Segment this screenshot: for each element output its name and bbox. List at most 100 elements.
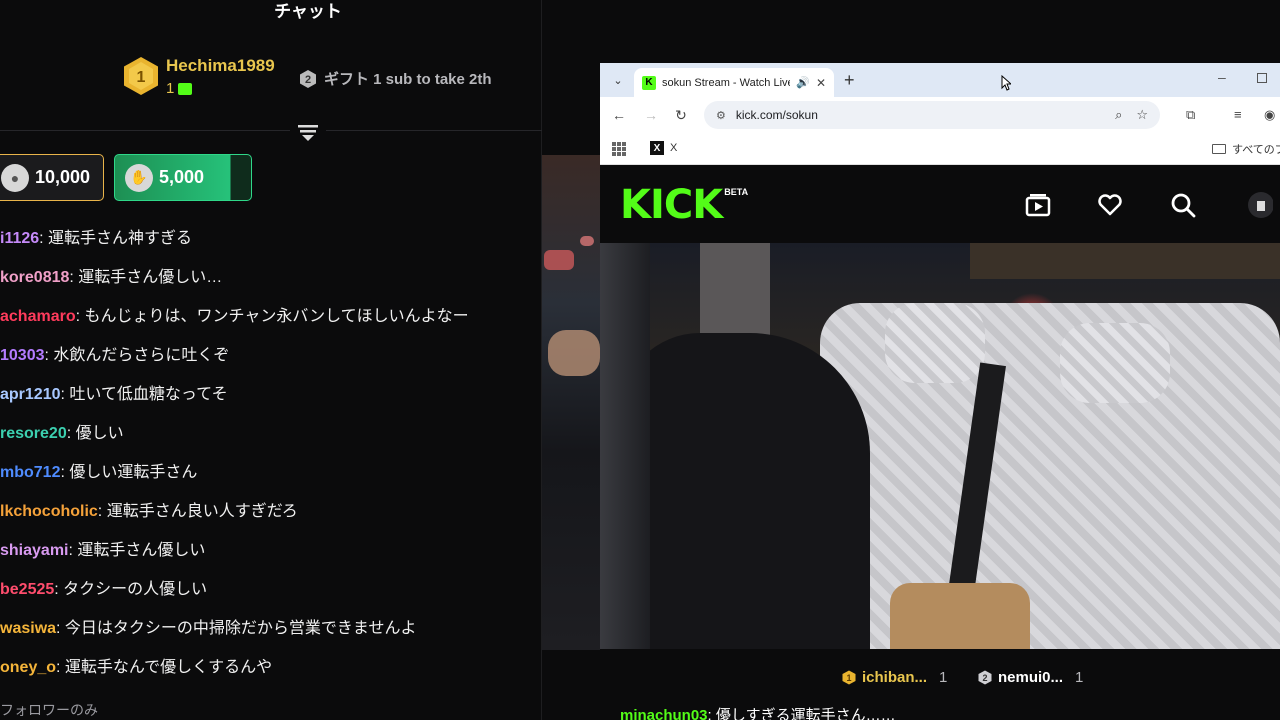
- collapse-icon[interactable]: [296, 122, 320, 142]
- background-figure: [548, 330, 600, 376]
- chat-username[interactable]: lkchocoholic: [0, 503, 98, 520]
- chat-username[interactable]: mbo712: [0, 464, 60, 481]
- gifter-count: 1: [939, 669, 948, 686]
- gift-banner: 2 ギフト 1 sub to take 2th: [298, 68, 492, 89]
- chat-message: be2525: タクシーの人優しい: [0, 577, 540, 616]
- top-gifter-2[interactable]: 2 nemui0... 1: [978, 669, 1083, 686]
- url-text: kick.com/sokun: [735, 108, 818, 122]
- svg-text:1: 1: [846, 673, 851, 683]
- separator: :: [56, 620, 65, 637]
- goal-button-10000[interactable]: ● 10,000: [0, 154, 104, 201]
- background-light: [580, 236, 594, 246]
- chat-text: 優しい: [75, 425, 124, 442]
- maximize-icon[interactable]: [1257, 73, 1267, 83]
- pinned-gifter[interactable]: 1 Hechima1989 1: [122, 56, 275, 97]
- media-icon[interactable]: ≡: [1234, 107, 1242, 122]
- chat-username[interactable]: be2525: [0, 581, 54, 598]
- kick-header: KICK BETA: [600, 165, 1280, 243]
- separator: :: [97, 503, 107, 520]
- speaker-icon[interactable]: 🔊: [796, 76, 810, 89]
- pinned-count: 1: [166, 80, 175, 97]
- svg-text:2: 2: [305, 74, 311, 86]
- mouse-cursor-icon: [1001, 75, 1011, 91]
- address-bar: ← → ↻ ⚙ kick.com/sokun ⌕ ☆ ⧉ ≡ ◉: [600, 97, 1280, 133]
- star-icon[interactable]: ☆: [1136, 107, 1148, 123]
- extensions-icon[interactable]: ⧉: [1186, 107, 1195, 123]
- chat-username[interactable]: shiayami: [0, 542, 68, 559]
- pinned-username[interactable]: Hechima1989: [166, 56, 275, 76]
- site-info-icon[interactable]: ⚙: [716, 109, 726, 122]
- chat-message: resore20: 優しい: [0, 421, 540, 460]
- kick-logo[interactable]: KICK BETA: [620, 185, 748, 225]
- gifter-name: nemui0...: [998, 669, 1064, 686]
- rank-badge-icon: 1: [124, 57, 158, 95]
- all-bookmarks-label: すべてのブ: [1232, 144, 1280, 156]
- chat-text: 運転手さん優しい: [77, 542, 206, 559]
- chat-username[interactable]: oney_o: [0, 659, 56, 676]
- chat-message: shiayami: 運転手さん優しい: [0, 538, 540, 577]
- separator: :: [39, 230, 49, 247]
- separator: :: [66, 425, 76, 442]
- zoom-icon[interactable]: ⌕: [1115, 107, 1122, 123]
- chat-username[interactable]: 10303: [0, 347, 45, 364]
- chat-text: 優しい運転手さん: [69, 464, 198, 481]
- top-gifter-1[interactable]: 1 ichiban... 1: [842, 669, 947, 686]
- chat-panel: チャット 1 Hechima1989 1 2 ギフト 1 sub to take…: [0, 0, 542, 720]
- chat-text: 運転手さん良い人すぎだろ: [106, 503, 298, 520]
- url-field[interactable]: ⚙ kick.com/sokun ⌕ ☆: [704, 101, 1160, 129]
- chat-username[interactable]: achamaro: [0, 308, 76, 325]
- back-icon[interactable]: ←: [604, 107, 634, 123]
- video-headrest: [885, 303, 985, 383]
- divider: [326, 130, 542, 131]
- hand-icon: ✋: [125, 163, 153, 192]
- chat-username[interactable]: kore0818: [0, 269, 69, 286]
- message-username[interactable]: minachun03: [620, 707, 708, 720]
- profile-avatar[interactable]: ◉: [1264, 107, 1275, 123]
- chat-message: kore0818: 運転手さん優しい…: [0, 265, 540, 304]
- bookmark-x[interactable]: X X: [650, 141, 677, 155]
- chat-message: 10303: 水飲んだらさらに吐くぞ: [0, 343, 540, 382]
- chat-username[interactable]: i1126: [0, 230, 39, 247]
- heart-icon[interactable]: [1096, 191, 1124, 219]
- gift-banner-text: ギフト 1 sub to take 2th: [324, 71, 492, 88]
- kick-favicon-icon: K: [642, 75, 656, 90]
- search-icon[interactable]: [1169, 191, 1197, 219]
- chat-messages: i1126: 運転手さん神すぎる kore0818: 運転手さん優しい… acham…: [0, 226, 540, 694]
- close-icon[interactable]: ✕: [816, 76, 826, 90]
- tab-search-chevron-icon[interactable]: ⌄: [608, 70, 628, 90]
- minimize-icon[interactable]: –: [1218, 69, 1226, 85]
- screen: チャット 1 Hechima1989 1 2 ギフト 1 sub to take…: [0, 0, 1280, 720]
- tab-title: sokun Stream - Watch Live: [662, 76, 791, 89]
- goal-value: 10,000: [35, 167, 91, 187]
- followers-only-label: フォロワーのみ: [0, 702, 98, 718]
- all-bookmarks[interactable]: すべてのブ: [1212, 141, 1280, 157]
- chat-message: mbo712: 優しい運転手さん: [0, 460, 540, 499]
- chat-username[interactable]: wasiwa: [0, 620, 56, 637]
- video-person: [620, 333, 870, 649]
- reload-icon[interactable]: ↻: [666, 107, 696, 124]
- rank-number: 1: [137, 69, 146, 86]
- chat-username[interactable]: apr1210: [0, 386, 61, 403]
- stream-video[interactable]: [600, 243, 1280, 649]
- background-light: [544, 250, 574, 270]
- forward-icon[interactable]: →: [636, 107, 666, 123]
- chat-text: タクシーの人優しい: [63, 581, 208, 598]
- chat-text: 運転手さん神すぎる: [48, 230, 193, 247]
- svg-text:2: 2: [982, 673, 987, 683]
- browse-icon[interactable]: [1024, 191, 1052, 219]
- browser-tab[interactable]: K sokun Stream - Watch Live 🔊 ✕: [634, 68, 834, 97]
- gifter-name: ichiban...: [862, 669, 928, 686]
- goal-button-5000[interactable]: ✋ 5,000: [114, 154, 252, 201]
- gift-icon: [178, 82, 193, 95]
- gifter-count: 1: [1075, 669, 1084, 686]
- chat-username[interactable]: resore20: [0, 425, 67, 442]
- video-overpass: [970, 243, 1280, 279]
- new-tab-icon[interactable]: +: [844, 71, 855, 89]
- beta-label: BETA: [724, 187, 749, 197]
- user-avatar[interactable]: [1245, 191, 1273, 219]
- tab-bar: ⌄ K sokun Stream - Watch Live 🔊 ✕ + –: [600, 63, 1280, 97]
- message-text: 優しすぎる運転手さん……: [715, 707, 896, 720]
- chat-message: oney_o: 運転手なんで優しくするんや: [0, 655, 540, 694]
- bookmark-x-label: X: [670, 142, 678, 154]
- apps-grid-icon[interactable]: [612, 142, 626, 156]
